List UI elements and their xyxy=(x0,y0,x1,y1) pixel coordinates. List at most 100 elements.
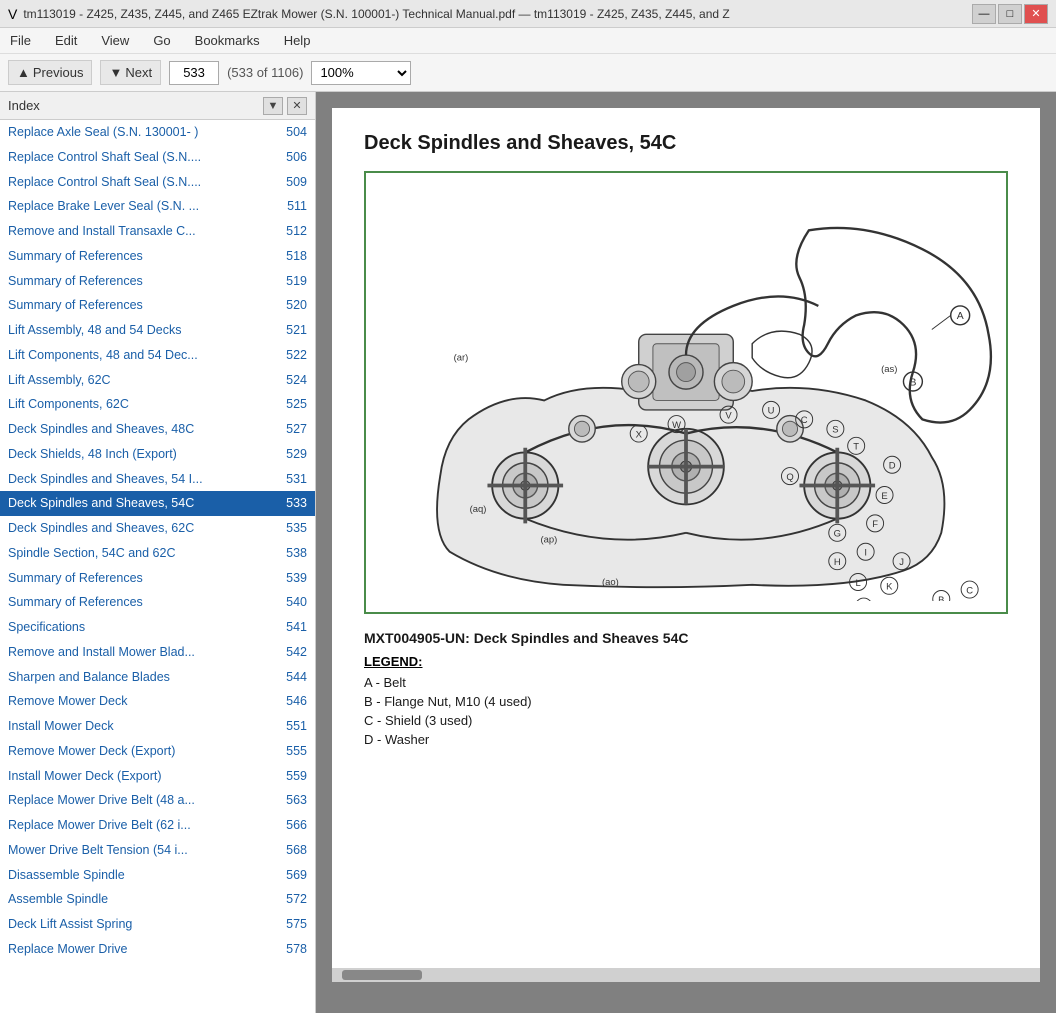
sidebar-item[interactable]: Replace Brake Lever Seal (S.N. ...511 xyxy=(0,194,315,219)
sidebar-item[interactable]: Lift Assembly, 48 and 54 Decks521 xyxy=(0,318,315,343)
sidebar-item[interactable]: Deck Lift Assist Spring575 xyxy=(0,912,315,937)
legend-item-c: C - Shield (3 used) xyxy=(364,713,1008,728)
legend-item-d: D - Washer xyxy=(364,732,1008,747)
svg-text:X: X xyxy=(636,429,643,440)
svg-text:G: G xyxy=(834,529,841,540)
sidebar-item[interactable]: Summary of References518 xyxy=(0,244,315,269)
sidebar-item-label: Lift Assembly, 48 and 54 Decks xyxy=(8,321,282,340)
sidebar-item[interactable]: Replace Control Shaft Seal (S.N....509 xyxy=(0,170,315,195)
sidebar-item[interactable]: Install Mower Deck (Export)559 xyxy=(0,764,315,789)
sidebar-item[interactable]: Deck Spindles and Sheaves, 48C527 xyxy=(0,417,315,442)
sidebar-item-label: Install Mower Deck xyxy=(8,717,282,736)
sidebar-dropdown-button[interactable]: ▼ xyxy=(263,97,283,115)
sidebar-item-page: 544 xyxy=(286,668,307,687)
sidebar-item-label: Summary of References xyxy=(8,569,282,588)
sidebar-item-page: 559 xyxy=(286,767,307,786)
svg-text:(as): (as) xyxy=(881,364,897,375)
sidebar-item[interactable]: Lift Components, 48 and 54 Dec...522 xyxy=(0,343,315,368)
sidebar-item[interactable]: Deck Spindles and Sheaves, 62C535 xyxy=(0,516,315,541)
sidebar-item-page: 538 xyxy=(286,544,307,563)
sidebar-item[interactable]: Summary of References540 xyxy=(0,590,315,615)
sidebar-item-label: Replace Brake Lever Seal (S.N. ... xyxy=(8,197,283,216)
sidebar-item-page: 535 xyxy=(286,519,307,538)
sidebar-item-page: 531 xyxy=(286,470,307,489)
deck-spindles-diagram: A B (ar) (as) (aq) xyxy=(374,181,998,601)
sidebar-item-page: 518 xyxy=(286,247,307,266)
sidebar-item-label: Replace Control Shaft Seal (S.N.... xyxy=(8,148,282,167)
sidebar: Index ▼ ✕ Replace Axle Seal (S.N. 130001… xyxy=(0,92,316,1013)
sidebar-item[interactable]: Replace Mower Drive Belt (62 i...566 xyxy=(0,813,315,838)
horizontal-scrollbar[interactable] xyxy=(332,968,1040,982)
sidebar-item[interactable]: Replace Axle Seal (S.N. 130001- )504 xyxy=(0,120,315,145)
sidebar-item-label: Lift Components, 48 and 54 Dec... xyxy=(8,346,282,365)
menu-edit[interactable]: Edit xyxy=(49,31,83,50)
prev-button[interactable]: ▲ Previous xyxy=(8,60,92,85)
svg-text:F: F xyxy=(872,519,878,530)
sidebar-item[interactable]: Spindle Section, 54C and 62C538 xyxy=(0,541,315,566)
sidebar-item-label: Sharpen and Balance Blades xyxy=(8,668,282,687)
svg-text:V: V xyxy=(725,410,732,421)
sidebar-item[interactable]: Deck Spindles and Sheaves, 54C533 xyxy=(0,491,315,516)
menu-go[interactable]: Go xyxy=(147,31,176,50)
h-scrollbar-thumb[interactable] xyxy=(342,970,422,980)
sidebar-item[interactable]: Assemble Spindle572 xyxy=(0,887,315,912)
sidebar-item[interactable]: Specifications541 xyxy=(0,615,315,640)
sidebar-close-button[interactable]: ✕ xyxy=(287,97,307,115)
svg-text:L: L xyxy=(855,578,860,589)
sidebar-item-page: 511 xyxy=(287,197,307,216)
sidebar-item-label: Assemble Spindle xyxy=(8,890,282,909)
sidebar-item-page: 521 xyxy=(286,321,307,340)
sidebar-item[interactable]: Remove and Install Transaxle C...512 xyxy=(0,219,315,244)
sidebar-item[interactable]: Disassemble Spindle569 xyxy=(0,863,315,888)
page-input[interactable] xyxy=(169,61,219,85)
sidebar-item-page: 527 xyxy=(286,420,307,439)
menu-bookmarks[interactable]: Bookmarks xyxy=(189,31,266,50)
menu-help[interactable]: Help xyxy=(278,31,317,50)
menu-bar: File Edit View Go Bookmarks Help xyxy=(0,28,1056,54)
sidebar-item[interactable]: Replace Mower Drive578 xyxy=(0,937,315,962)
sidebar-item[interactable]: Lift Components, 62C525 xyxy=(0,392,315,417)
sidebar-item-label: Remove and Install Transaxle C... xyxy=(8,222,282,241)
sidebar-item-label: Lift Components, 62C xyxy=(8,395,282,414)
chevron-up-icon: ▲ xyxy=(17,65,30,80)
sidebar-item[interactable]: Mower Drive Belt Tension (54 i...568 xyxy=(0,838,315,863)
sidebar-item-label: Disassemble Spindle xyxy=(8,866,282,885)
content-area[interactable]: Deck Spindles and Sheaves, 54C xyxy=(316,92,1056,1013)
sidebar-item[interactable]: Lift Assembly, 62C524 xyxy=(0,368,315,393)
sidebar-item[interactable]: Remove Mower Deck (Export)555 xyxy=(0,739,315,764)
sidebar-item-page: 551 xyxy=(286,717,307,736)
menu-file[interactable]: File xyxy=(4,31,37,50)
sidebar-item-label: Install Mower Deck (Export) xyxy=(8,767,282,786)
maximize-button[interactable]: □ xyxy=(998,4,1022,24)
svg-text:B: B xyxy=(909,377,916,388)
menu-view[interactable]: View xyxy=(95,31,135,50)
sidebar-item-page: 520 xyxy=(286,296,307,315)
sidebar-item[interactable]: Remove and Install Mower Blad...542 xyxy=(0,640,315,665)
next-label: Next xyxy=(125,65,152,80)
svg-text:(ar): (ar) xyxy=(454,353,469,364)
diagram-caption: MXT004905-UN: Deck Spindles and Sheaves … xyxy=(364,630,1008,646)
close-button[interactable]: ✕ xyxy=(1024,4,1048,24)
sidebar-item-page: 506 xyxy=(286,148,307,167)
svg-text:S: S xyxy=(832,425,838,436)
sidebar-item[interactable]: Summary of References520 xyxy=(0,293,315,318)
svg-text:D: D xyxy=(889,461,896,472)
sidebar-item-page: 525 xyxy=(286,395,307,414)
next-button[interactable]: ▼ Next xyxy=(100,60,161,85)
sidebar-item[interactable]: Install Mower Deck551 xyxy=(0,714,315,739)
minimize-button[interactable]: — xyxy=(972,4,996,24)
sidebar-item-label: Spindle Section, 54C and 62C xyxy=(8,544,282,563)
sidebar-item[interactable]: Remove Mower Deck546 xyxy=(0,689,315,714)
sidebar-item[interactable]: Deck Shields, 48 Inch (Export)529 xyxy=(0,442,315,467)
sidebar-item[interactable]: Summary of References519 xyxy=(0,269,315,294)
page-content: Deck Spindles and Sheaves, 54C xyxy=(332,108,1040,968)
sidebar-item-label: Remove and Install Mower Blad... xyxy=(8,643,282,662)
sidebar-item[interactable]: Deck Spindles and Sheaves, 54 I...531 xyxy=(0,467,315,492)
sidebar-item[interactable]: Replace Mower Drive Belt (48 a...563 xyxy=(0,788,315,813)
sidebar-item-page: 524 xyxy=(286,371,307,390)
sidebar-item-label: Replace Mower Drive xyxy=(8,940,282,959)
zoom-select[interactable]: 100% 50% 75% 125% 150% 200% xyxy=(311,61,411,85)
sidebar-item[interactable]: Summary of References539 xyxy=(0,566,315,591)
sidebar-item[interactable]: Replace Control Shaft Seal (S.N....506 xyxy=(0,145,315,170)
sidebar-item[interactable]: Sharpen and Balance Blades544 xyxy=(0,665,315,690)
